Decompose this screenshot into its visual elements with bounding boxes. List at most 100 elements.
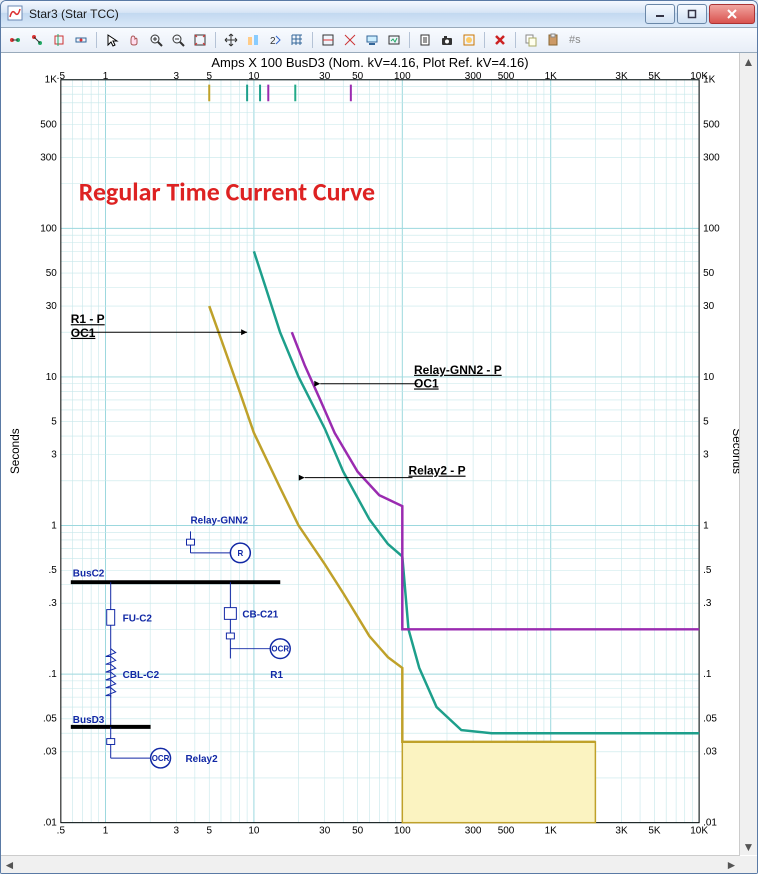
- toolbar-button[interactable]: [27, 30, 47, 50]
- scroll-down-icon[interactable]: ▼: [740, 838, 757, 855]
- svg-text:Relay2: Relay2: [186, 754, 219, 765]
- svg-text:R: R: [237, 549, 243, 558]
- svg-text:100: 100: [394, 71, 411, 82]
- svg-text:3: 3: [174, 71, 180, 82]
- svg-text:1K: 1K: [545, 71, 558, 82]
- toolbar-button[interactable]: 2: [265, 30, 285, 50]
- svg-text:5K: 5K: [648, 826, 661, 837]
- svg-text:3: 3: [703, 450, 709, 461]
- paste-icon[interactable]: [543, 30, 563, 50]
- svg-text:.3: .3: [49, 598, 58, 609]
- svg-text:.5: .5: [703, 565, 712, 576]
- scroll-left-icon[interactable]: ◄: [1, 856, 18, 873]
- svg-text:OCR: OCR: [152, 754, 170, 763]
- toolbar-button[interactable]: [384, 30, 404, 50]
- svg-text:30: 30: [703, 301, 715, 312]
- report-icon[interactable]: [415, 30, 435, 50]
- svg-text:2: 2: [270, 36, 276, 47]
- svg-text:500: 500: [40, 120, 57, 131]
- svg-text:BusC2: BusC2: [73, 568, 105, 579]
- toolbar-button[interactable]: [49, 30, 69, 50]
- delete-icon[interactable]: [490, 30, 510, 50]
- app-icon: [7, 5, 23, 24]
- svg-text:30: 30: [319, 826, 331, 837]
- maximize-button[interactable]: [677, 4, 707, 24]
- svg-text:.5: .5: [57, 826, 66, 837]
- window-controls: [645, 4, 755, 24]
- svg-text:500: 500: [498, 826, 515, 837]
- toolbar-separator: [96, 32, 97, 48]
- svg-text:CBL-C2: CBL-C2: [123, 670, 160, 681]
- svg-text:.03: .03: [43, 747, 57, 758]
- svg-text:50: 50: [703, 268, 715, 279]
- svg-text:1K: 1K: [45, 75, 58, 86]
- svg-text:5K: 5K: [648, 71, 661, 82]
- svg-text:50: 50: [352, 826, 364, 837]
- svg-text:10: 10: [46, 372, 58, 383]
- scrollbar-horizontal[interactable]: ◄ ►: [1, 855, 740, 873]
- toolbar-button[interactable]: [318, 30, 338, 50]
- svg-text:30: 30: [46, 301, 58, 312]
- svg-text:.3: .3: [703, 598, 712, 609]
- tcc-plot[interactable]: .51351030501003005001K3K5K10K.5135103050…: [1, 70, 739, 852]
- svg-text:.01: .01: [43, 818, 57, 829]
- plot-container: Amps X 100 BusD3 (Nom. kV=4.16, Plot Ref…: [1, 53, 739, 855]
- scroll-up-icon[interactable]: ▲: [740, 53, 757, 70]
- toolbar-separator: [484, 32, 485, 48]
- toolbar-separator: [312, 32, 313, 48]
- camera-icon[interactable]: [437, 30, 457, 50]
- svg-text:500: 500: [498, 71, 515, 82]
- grid-icon[interactable]: [287, 30, 307, 50]
- crosshair-icon[interactable]: [340, 30, 360, 50]
- svg-text:300: 300: [465, 71, 482, 82]
- zoom-in-icon[interactable]: [146, 30, 166, 50]
- svg-text:OC1: OC1: [71, 326, 96, 340]
- content-area: Amps X 100 BusD3 (Nom. kV=4.16, Plot Ref…: [1, 53, 757, 873]
- toolbar-button[interactable]: [71, 30, 91, 50]
- svg-text:50: 50: [352, 71, 364, 82]
- svg-text:100: 100: [394, 826, 411, 837]
- svg-text:1: 1: [103, 826, 109, 837]
- zoom-out-icon[interactable]: [168, 30, 188, 50]
- svg-text:1: 1: [703, 521, 709, 532]
- close-button[interactable]: [709, 4, 755, 24]
- plot-header: Amps X 100 BusD3 (Nom. kV=4.16, Plot Ref…: [1, 53, 739, 70]
- pointer-tool-icon[interactable]: [102, 30, 122, 50]
- toolbar-separator: [515, 32, 516, 48]
- move-icon[interactable]: [221, 30, 241, 50]
- minimize-button[interactable]: [645, 4, 675, 24]
- toolbar-button[interactable]: [459, 30, 479, 50]
- svg-text:100: 100: [40, 223, 57, 234]
- svg-text:10: 10: [248, 71, 260, 82]
- shaded-region: [402, 742, 595, 823]
- svg-text:OC1: OC1: [414, 377, 439, 391]
- svg-text:1K: 1K: [703, 75, 716, 86]
- svg-text:300: 300: [703, 152, 720, 163]
- svg-text:.05: .05: [43, 714, 57, 725]
- svg-text:300: 300: [40, 152, 57, 163]
- window-title: Star3 (Star TCC): [29, 7, 645, 21]
- toolbar-button[interactable]: [5, 30, 25, 50]
- svg-text:.05: .05: [703, 714, 717, 725]
- svg-text:Regular Time Current Curve: Regular Time Current Curve: [79, 177, 375, 208]
- svg-text:.5: .5: [57, 71, 66, 82]
- svg-text:300: 300: [465, 826, 482, 837]
- svg-text:50: 50: [46, 268, 58, 279]
- scroll-right-icon[interactable]: ►: [723, 856, 740, 873]
- svg-text:R1: R1: [270, 670, 283, 681]
- toolbar: 2 #s: [1, 28, 757, 53]
- svg-text:Seconds: Seconds: [8, 428, 22, 474]
- title-bar: Star3 (Star TCC): [1, 1, 757, 28]
- svg-text:FU-C2: FU-C2: [123, 613, 153, 624]
- toolbar-button[interactable]: [243, 30, 263, 50]
- pan-tool-icon[interactable]: [124, 30, 144, 50]
- svg-text:1: 1: [103, 71, 109, 82]
- svg-text:500: 500: [703, 120, 720, 131]
- toolbar-button[interactable]: [362, 30, 382, 50]
- copy-icon[interactable]: [521, 30, 541, 50]
- toolbar-separator: [215, 32, 216, 48]
- svg-text:.1: .1: [703, 669, 711, 680]
- zoom-fit-icon[interactable]: [190, 30, 210, 50]
- scrollbar-vertical[interactable]: ▲ ▼: [739, 53, 757, 855]
- coordinate-readout: #s: [569, 34, 581, 46]
